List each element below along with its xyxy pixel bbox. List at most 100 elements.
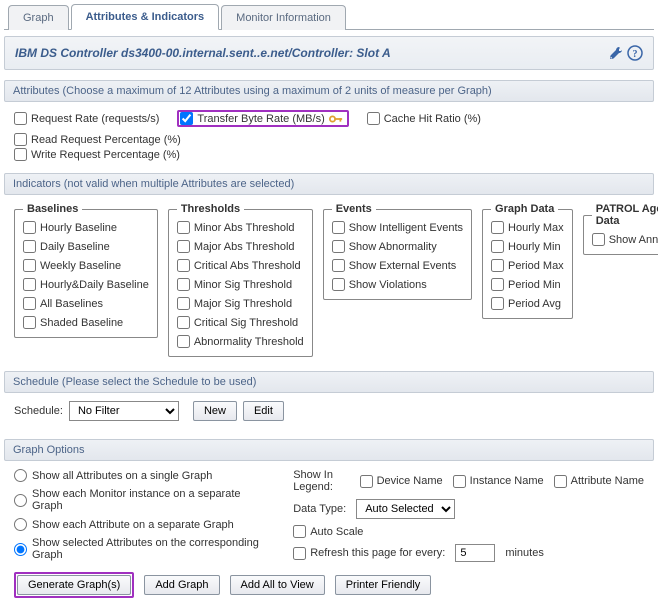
refresh-input[interactable] <box>455 544 495 562</box>
checkbox-label: Attribute Name <box>571 475 644 487</box>
event-item[interactable]: Show Violations <box>332 278 463 291</box>
schedule-select[interactable]: No Filter <box>69 401 179 421</box>
event-item[interactable]: Show Intelligent Events <box>332 221 463 234</box>
baseline-item[interactable]: All Baselines <box>23 297 149 310</box>
event-item[interactable]: Show External Events <box>332 259 463 272</box>
generate-graphs-button[interactable]: Generate Graph(s) <box>17 575 131 595</box>
checkbox[interactable] <box>554 475 567 488</box>
threshold-item[interactable]: Major Abs Threshold <box>177 240 304 253</box>
checkbox[interactable] <box>14 112 27 125</box>
opt-selected-corresponding[interactable]: Show selected Attributes on the correspo… <box>14 537 273 561</box>
checkbox[interactable] <box>23 278 36 291</box>
checkbox[interactable] <box>177 259 190 272</box>
checkbox[interactable] <box>177 297 190 310</box>
graphdata-item[interactable]: Period Min <box>491 278 564 291</box>
graphdata-item[interactable]: Hourly Min <box>491 240 564 253</box>
baseline-item[interactable]: Weekly Baseline <box>23 259 149 272</box>
legend-attribute-name[interactable]: Attribute Name <box>554 475 644 488</box>
checkbox-label: Show Abnormality <box>349 241 437 253</box>
graphdata-item[interactable]: Period Max <box>491 259 564 272</box>
attr-read-request-pct[interactable]: Read Request Percentage (%) <box>14 133 181 146</box>
legend-instance-name[interactable]: Instance Name <box>453 475 544 488</box>
checkbox[interactable] <box>332 259 345 272</box>
checkbox-label: Critical Sig Threshold <box>194 317 298 329</box>
checkbox[interactable] <box>177 335 190 348</box>
edit-button[interactable]: Edit <box>243 401 284 421</box>
checkbox[interactable] <box>491 278 504 291</box>
checkbox[interactable] <box>14 148 27 161</box>
checkbox-label: Read Request Percentage (%) <box>31 134 181 146</box>
threshold-item[interactable]: Critical Abs Threshold <box>177 259 304 272</box>
printer-friendly-button[interactable]: Printer Friendly <box>335 575 432 595</box>
checkbox[interactable] <box>332 240 345 253</box>
checkbox-label: Cache Hit Ratio (%) <box>384 113 481 125</box>
checkbox[interactable] <box>360 475 373 488</box>
radio[interactable] <box>14 518 27 531</box>
checkbox[interactable] <box>180 112 193 125</box>
add-graph-button[interactable]: Add Graph <box>144 575 219 595</box>
attr-request-rate[interactable]: Request Rate (requests/s) <box>14 110 159 127</box>
attributes-header: Attributes (Choose a maximum of 12 Attri… <box>4 80 654 102</box>
attr-write-request-pct[interactable]: Write Request Percentage (%) <box>14 148 180 161</box>
checkbox[interactable] <box>491 240 504 253</box>
add-all-to-view-button[interactable]: Add All to View <box>230 575 325 595</box>
checkbox[interactable] <box>332 221 345 234</box>
checkbox[interactable] <box>453 475 466 488</box>
baseline-item[interactable]: Daily Baseline <box>23 240 149 253</box>
graphdata-item[interactable]: Period Avg <box>491 297 564 310</box>
tab-attributes-indicators[interactable]: Attributes & Indicators <box>71 4 220 30</box>
checkbox[interactable] <box>177 240 190 253</box>
checkbox[interactable] <box>14 133 27 146</box>
tools-icon[interactable] <box>607 45 623 61</box>
checkbox-label: Show Annotations <box>609 234 658 246</box>
patrol-item[interactable]: Show Annotations <box>592 233 658 246</box>
attr-cache-hit-ratio[interactable]: Cache Hit Ratio (%) <box>367 110 481 127</box>
checkbox[interactable] <box>23 259 36 272</box>
legend-device-name[interactable]: Device Name <box>360 475 443 488</box>
opt-each-attribute[interactable]: Show each Attribute on a separate Graph <box>14 518 273 531</box>
checkbox[interactable] <box>367 112 380 125</box>
baseline-item[interactable]: Hourly Baseline <box>23 221 149 234</box>
baseline-item[interactable]: Hourly&Daily Baseline <box>23 278 149 291</box>
auto-scale-checkbox[interactable]: Auto Scale <box>293 525 363 538</box>
checkbox-label: Device Name <box>377 475 443 487</box>
refresh-checkbox[interactable]: Refresh this page for every: <box>293 547 445 560</box>
threshold-item[interactable]: Critical Sig Threshold <box>177 316 304 329</box>
baseline-item[interactable]: Shaded Baseline <box>23 316 149 329</box>
checkbox[interactable] <box>23 297 36 310</box>
tab-graph[interactable]: Graph <box>8 5 69 30</box>
checkbox[interactable] <box>592 233 605 246</box>
threshold-item[interactable]: Minor Abs Threshold <box>177 221 304 234</box>
checkbox[interactable] <box>23 240 36 253</box>
help-icon[interactable]: ? <box>627 45 643 61</box>
threshold-item[interactable]: Abnormality Threshold <box>177 335 304 348</box>
checkbox-label: Minor Sig Threshold <box>194 279 292 291</box>
checkbox[interactable] <box>23 221 36 234</box>
opt-each-monitor[interactable]: Show each Monitor instance on a separate… <box>14 488 273 512</box>
attr-transfer-byte-rate[interactable]: Transfer Byte Rate (MB/s) <box>180 112 324 125</box>
radio[interactable] <box>14 494 27 507</box>
data-type-select[interactable]: Auto Selected <box>356 499 455 519</box>
checkbox-label: Write Request Percentage (%) <box>31 149 180 161</box>
checkbox[interactable] <box>332 278 345 291</box>
checkbox[interactable] <box>177 221 190 234</box>
checkbox[interactable] <box>491 259 504 272</box>
graphdata-item[interactable]: Hourly Max <box>491 221 564 234</box>
new-button[interactable]: New <box>193 401 237 421</box>
radio[interactable] <box>14 469 27 482</box>
checkbox[interactable] <box>23 316 36 329</box>
checkbox[interactable] <box>177 316 190 329</box>
checkbox[interactable] <box>177 278 190 291</box>
threshold-item[interactable]: Major Sig Threshold <box>177 297 304 310</box>
checkbox[interactable] <box>491 221 504 234</box>
checkbox[interactable] <box>293 547 306 560</box>
radio[interactable] <box>14 543 27 556</box>
tab-monitor-information[interactable]: Monitor Information <box>221 5 346 30</box>
checkbox[interactable] <box>491 297 504 310</box>
opt-show-all-single[interactable]: Show all Attributes on a single Graph <box>14 469 273 482</box>
checkbox[interactable] <box>293 525 306 538</box>
event-item[interactable]: Show Abnormality <box>332 240 463 253</box>
threshold-item[interactable]: Minor Sig Threshold <box>177 278 304 291</box>
checkbox-label: Period Max <box>508 260 564 272</box>
checkbox-label: Major Abs Threshold <box>194 241 295 253</box>
